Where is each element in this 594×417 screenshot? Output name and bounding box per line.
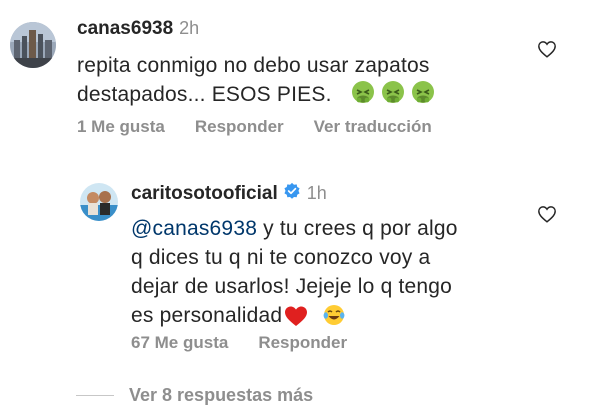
comment-header: caritosotooficial 1h <box>131 182 327 205</box>
likes-count[interactable]: 1 Me gusta <box>77 117 165 137</box>
view-more-replies[interactable]: Ver 8 respuestas más <box>76 385 313 406</box>
see-translation-button[interactable]: Ver traducción <box>314 117 432 137</box>
timestamp: 1h <box>306 183 327 203</box>
nauseated-face-icon <box>350 80 376 114</box>
reply-comment: caritosotooficial 1h @canas6938 y tu cre… <box>0 170 594 370</box>
reply-button[interactable]: Responder <box>258 333 347 353</box>
comment-text-line: es personalidad <box>131 304 283 327</box>
verified-badge-icon <box>283 182 301 205</box>
mention-link[interactable]: @canas6938 <box>131 217 257 240</box>
nauseated-face-icon <box>410 80 436 114</box>
comment-text-line: destapados... ESOS PIES. <box>77 83 332 106</box>
comment-text-line: dejar de usarlos! Jejeje lo q tengo <box>131 275 453 298</box>
username[interactable]: canas6938 <box>77 18 173 39</box>
avatar[interactable] <box>80 183 118 221</box>
likes-count[interactable]: 67 Me gusta <box>131 333 228 353</box>
avatar-photo <box>10 22 56 68</box>
red-heart-icon <box>284 305 308 335</box>
reply-button[interactable]: Responder <box>195 117 284 137</box>
comment-actions: 67 Me gusta Responder <box>131 333 377 353</box>
username[interactable]: caritosotooficial <box>131 183 278 205</box>
divider <box>76 394 114 397</box>
tears-of-joy-icon <box>322 303 346 335</box>
comment-text-line: q dices tu q ni te conozco voy a <box>131 246 431 269</box>
comment: canas6938 2h repita conmigo no debo usar … <box>0 0 594 150</box>
comment-text-line: y tu crees q por algo <box>257 217 458 240</box>
comment-header: canas6938 2h <box>77 18 199 40</box>
avatar[interactable] <box>10 22 56 68</box>
view-more-replies-label[interactable]: Ver 8 respuestas más <box>129 385 313 406</box>
comment-text: @canas6938 y tu crees q por algo q dices… <box>131 214 458 335</box>
comment-text: repita conmigo no debo usar zapatos dest… <box>77 51 436 114</box>
comment-actions: 1 Me gusta Responder Ver traducción <box>77 117 462 137</box>
timestamp: 2h <box>179 18 200 38</box>
like-heart-icon[interactable] <box>537 205 557 223</box>
nauseated-face-icon <box>380 80 406 114</box>
comment-text-line: repita conmigo no debo usar zapatos <box>77 54 430 77</box>
avatar-photo <box>80 183 118 221</box>
like-heart-icon[interactable] <box>537 40 557 58</box>
